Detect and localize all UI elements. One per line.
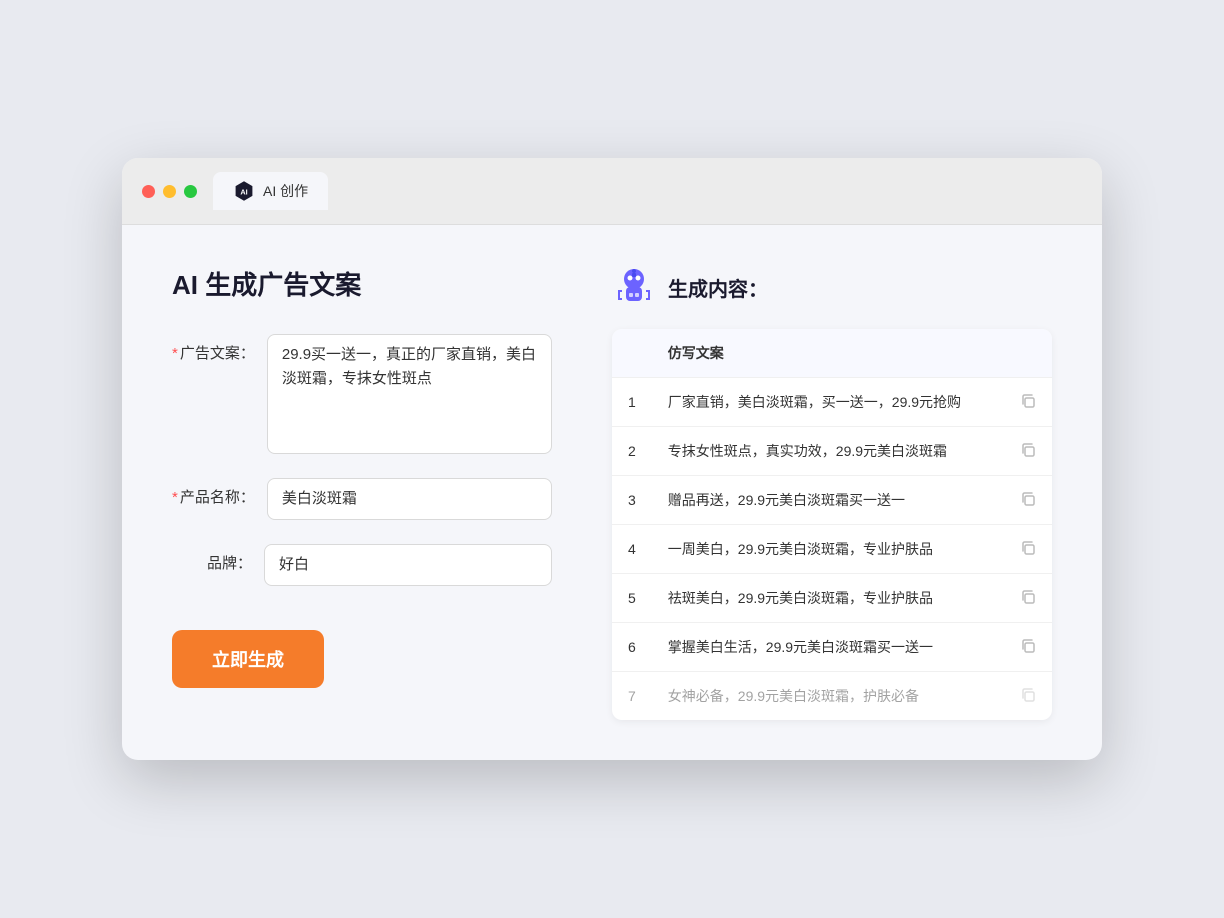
robot-icon [612, 265, 656, 309]
tab-label: AI 创作 [263, 181, 308, 201]
right-panel: 生成内容： 仿写文案 1厂家直销，美白淡斑霜，买一送一，29.9元抢购2专抹女性… [612, 265, 1052, 720]
ad-copy-group: *广告文案： [172, 334, 552, 454]
row-number: 2 [612, 427, 652, 476]
brand-label: 品牌： [172, 544, 252, 573]
row-text: 厂家直销，美白淡斑霜，买一送一，29.9元抢购 [652, 378, 1004, 427]
row-text: 祛斑美白，29.9元美白淡斑霜，专业护肤品 [652, 574, 1004, 623]
ad-copy-label: *广告文案： [172, 334, 255, 363]
titlebar: AI AI 创作 [122, 158, 1102, 225]
result-header: 生成内容： [612, 265, 1052, 309]
table-row: 6掌握美白生活，29.9元美白淡斑霜买一送一 [612, 623, 1052, 672]
table-row: 5祛斑美白，29.9元美白淡斑霜，专业护肤品 [612, 574, 1052, 623]
browser-window: AI AI 创作 AI 生成广告文案 *广告文案： *产品名称： [122, 158, 1102, 760]
table-row: 1厂家直销，美白淡斑霜，买一送一，29.9元抢购 [612, 378, 1052, 427]
row-number: 1 [612, 378, 652, 427]
table-row: 7女神必备，29.9元美白淡斑霜，护肤必备 [612, 672, 1052, 721]
table-row: 3赠品再送，29.9元美白淡斑霜买一送一 [612, 476, 1052, 525]
page-title: AI 生成广告文案 [172, 265, 552, 302]
row-text: 赠品再送，29.9元美白淡斑霜买一送一 [652, 476, 1004, 525]
row-number: 4 [612, 525, 652, 574]
row-text: 一周美白，29.9元美白淡斑霜，专业护肤品 [652, 525, 1004, 574]
copy-button[interactable] [1004, 476, 1052, 525]
traffic-lights [142, 185, 197, 198]
copy-button[interactable] [1004, 623, 1052, 672]
ad-copy-input[interactable] [267, 334, 552, 454]
copy-button[interactable] [1004, 378, 1052, 427]
generate-button[interactable]: 立即生成 [172, 630, 324, 688]
close-button[interactable] [142, 185, 155, 198]
minimize-button[interactable] [163, 185, 176, 198]
row-text: 掌握美白生活，29.9元美白淡斑霜买一送一 [652, 623, 1004, 672]
row-text: 专抹女性斑点，真实功效，29.9元美白淡斑霜 [652, 427, 1004, 476]
active-tab[interactable]: AI AI 创作 [213, 172, 328, 210]
maximize-button[interactable] [184, 185, 197, 198]
left-panel: AI 生成广告文案 *广告文案： *产品名称： 品牌： [172, 265, 552, 720]
ai-tab-icon: AI [233, 180, 255, 202]
table-row: 4一周美白，29.9元美白淡斑霜，专业护肤品 [612, 525, 1052, 574]
copy-button[interactable] [1004, 427, 1052, 476]
svg-text:AI: AI [240, 188, 247, 197]
row-number: 3 [612, 476, 652, 525]
brand-input[interactable] [264, 544, 552, 586]
copy-button[interactable] [1004, 525, 1052, 574]
col-copy-header [1004, 329, 1052, 378]
row-text: 女神必备，29.9元美白淡斑霜，护肤必备 [652, 672, 1004, 721]
copy-button[interactable] [1004, 672, 1052, 721]
required-star-2: * [172, 489, 178, 506]
result-title: 生成内容： [668, 273, 768, 302]
result-table: 仿写文案 1厂家直销，美白淡斑霜，买一送一，29.9元抢购2专抹女性斑点，真实功… [612, 329, 1052, 720]
table-row: 2专抹女性斑点，真实功效，29.9元美白淡斑霜 [612, 427, 1052, 476]
required-star: * [172, 345, 178, 362]
browser-content: AI 生成广告文案 *广告文案： *产品名称： 品牌： [122, 225, 1102, 760]
product-name-label: *产品名称： [172, 478, 255, 507]
product-name-group: *产品名称： [172, 478, 552, 520]
brand-group: 品牌： [172, 544, 552, 586]
product-name-input[interactable] [267, 478, 552, 520]
row-number: 5 [612, 574, 652, 623]
col-num-header [612, 329, 652, 378]
row-number: 7 [612, 672, 652, 721]
row-number: 6 [612, 623, 652, 672]
col-text-header: 仿写文案 [652, 329, 1004, 378]
copy-button[interactable] [1004, 574, 1052, 623]
